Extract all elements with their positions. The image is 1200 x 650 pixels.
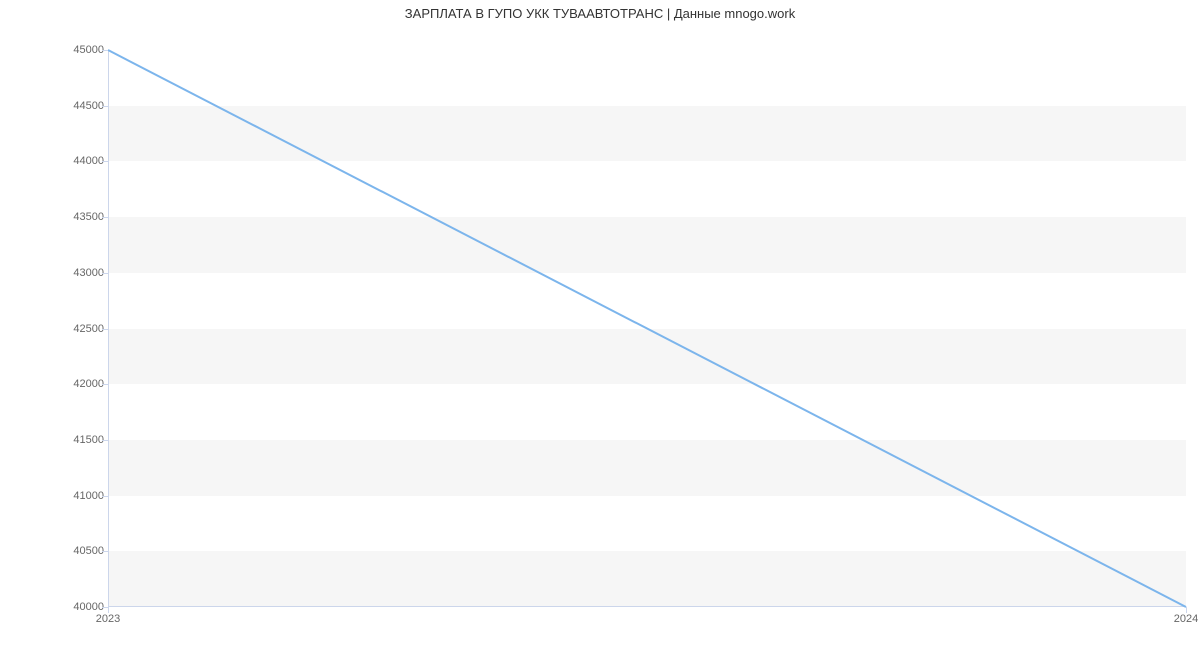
y-tick-mark xyxy=(102,161,108,162)
y-tick-mark xyxy=(102,496,108,497)
x-tick-mark xyxy=(1186,607,1187,613)
chart-container: ЗАРПЛАТА В ГУПО УКК ТУВААВТОТРАНС | Данн… xyxy=(0,0,1200,650)
y-tick-label: 40000 xyxy=(44,601,104,613)
y-tick-mark xyxy=(102,551,108,552)
y-tick-label: 41000 xyxy=(44,490,104,502)
y-tick-mark xyxy=(102,106,108,107)
y-tick-mark xyxy=(102,384,108,385)
y-tick-mark xyxy=(102,440,108,441)
x-tick-label: 2024 xyxy=(1174,613,1198,625)
y-tick-label: 43500 xyxy=(44,211,104,223)
y-tick-mark xyxy=(102,50,108,51)
x-tick-label: 2023 xyxy=(96,613,120,625)
y-tick-label: 42000 xyxy=(44,378,104,390)
y-tick-mark xyxy=(102,329,108,330)
y-tick-label: 44500 xyxy=(44,100,104,112)
y-tick-label: 42500 xyxy=(44,323,104,335)
y-tick-mark xyxy=(102,217,108,218)
line-series-layer xyxy=(108,50,1186,607)
y-tick-label: 45000 xyxy=(44,44,104,56)
y-tick-label: 44000 xyxy=(44,155,104,167)
x-tick-mark xyxy=(108,607,109,613)
y-tick-mark xyxy=(102,273,108,274)
line-series xyxy=(108,50,1186,607)
y-tick-label: 40500 xyxy=(44,545,104,557)
chart-title: ЗАРПЛАТА В ГУПО УКК ТУВААВТОТРАНС | Данн… xyxy=(0,6,1200,21)
plot-area xyxy=(108,50,1186,607)
y-tick-label: 41500 xyxy=(44,434,104,446)
y-tick-label: 43000 xyxy=(44,267,104,279)
